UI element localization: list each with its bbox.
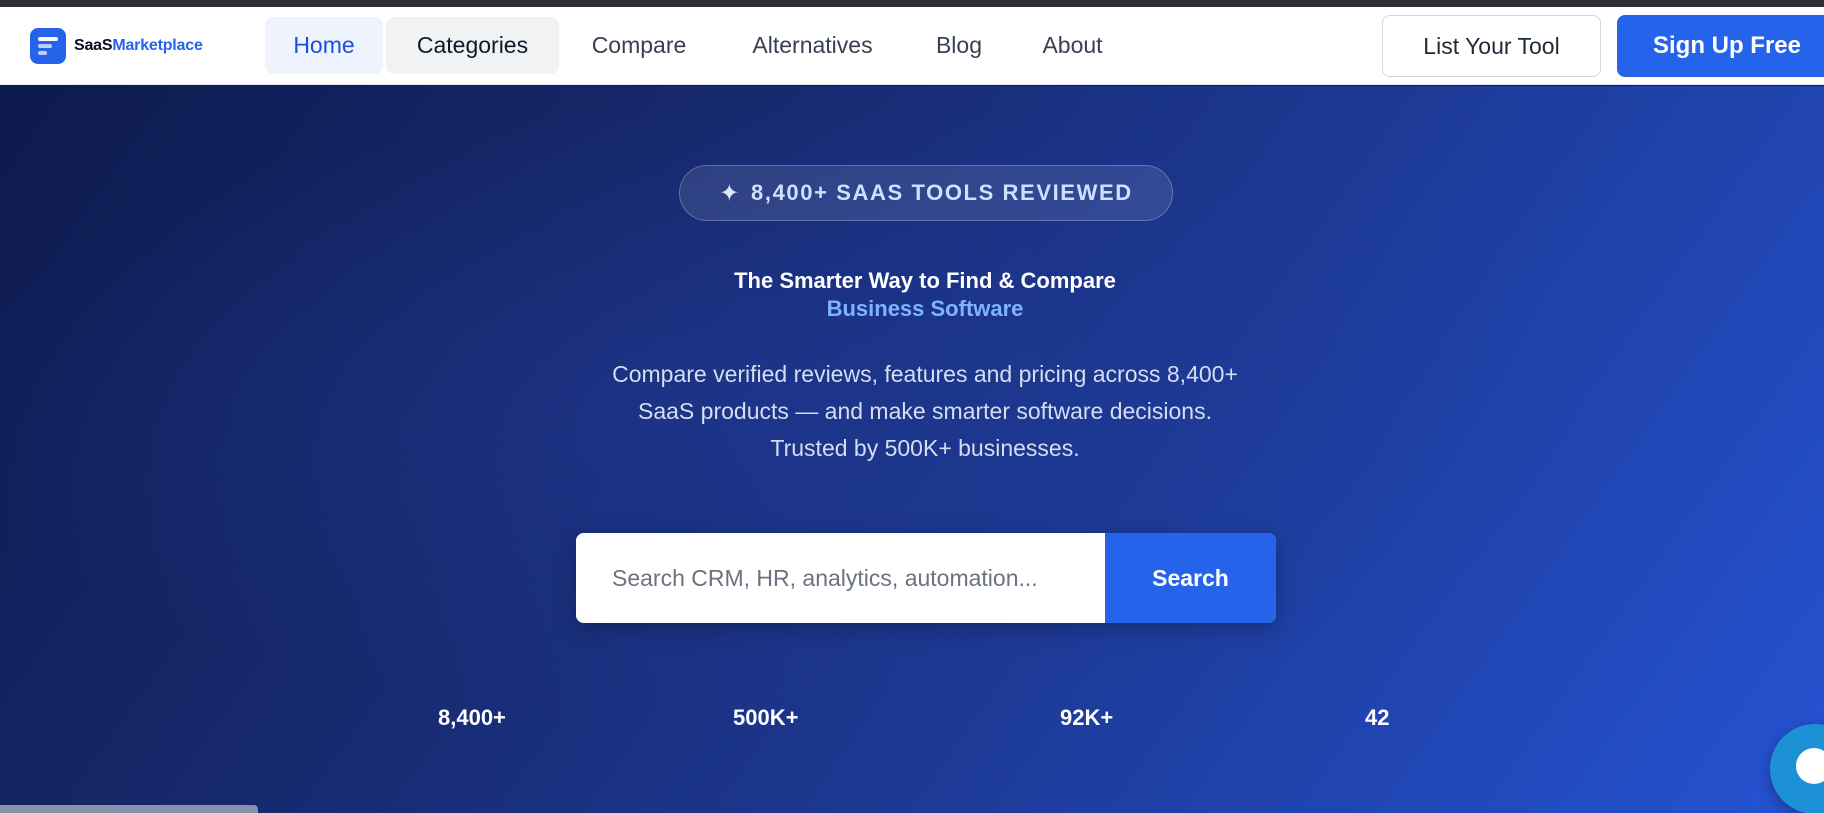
stat-reviews-count: 92K+ bbox=[1060, 705, 1114, 730]
hero-description: Compare verified reviews, features and p… bbox=[612, 361, 1238, 461]
sign-up-free-button[interactable]: Sign Up Free bbox=[1617, 15, 1824, 77]
logo-mark-icon bbox=[30, 28, 66, 64]
brand-name: SaaSMarketplace bbox=[74, 37, 203, 54]
nav-item-categories[interactable]: Categories bbox=[386, 17, 559, 74]
nav-item-home[interactable]: Home bbox=[265, 17, 383, 74]
stat-businesses-count: 500K+ bbox=[733, 705, 799, 730]
search-bar: Search bbox=[576, 533, 1276, 623]
search-input[interactable] bbox=[576, 533, 1105, 623]
chat-bubble-icon bbox=[1796, 748, 1824, 784]
sparkle-icon: ✦ bbox=[719, 179, 742, 207]
nav-item-alternatives[interactable]: Alternatives bbox=[735, 17, 890, 74]
browser-top-strip bbox=[0, 0, 1824, 7]
stat-categories-count: 42 bbox=[1365, 705, 1390, 730]
nav-item-compare[interactable]: Compare bbox=[578, 17, 700, 74]
badge-text: 8,400+ SAAS TOOLS REVIEWED bbox=[751, 180, 1133, 205]
site-logo[interactable]: SaaSMarketplace bbox=[30, 28, 203, 64]
list-your-tool-button[interactable]: List Your Tool bbox=[1382, 15, 1601, 77]
tools-reviewed-badge: ✦ 8,400+ SAAS TOOLS REVIEWED bbox=[679, 165, 1173, 221]
hero-title: The Smarter Way to Find & Compare bbox=[734, 268, 1116, 293]
hero-title-highlight: Business Software bbox=[826, 296, 1024, 321]
stat-tools-count: 8,400+ bbox=[438, 705, 506, 730]
top-navigation-bar: SaaSMarketplace Home Categories Compare … bbox=[0, 7, 1824, 85]
search-button[interactable]: Search bbox=[1105, 533, 1276, 623]
horizontal-scrollbar[interactable] bbox=[0, 805, 258, 813]
nav-item-about[interactable]: About bbox=[1030, 17, 1115, 74]
nav-item-blog[interactable]: Blog bbox=[925, 17, 993, 74]
